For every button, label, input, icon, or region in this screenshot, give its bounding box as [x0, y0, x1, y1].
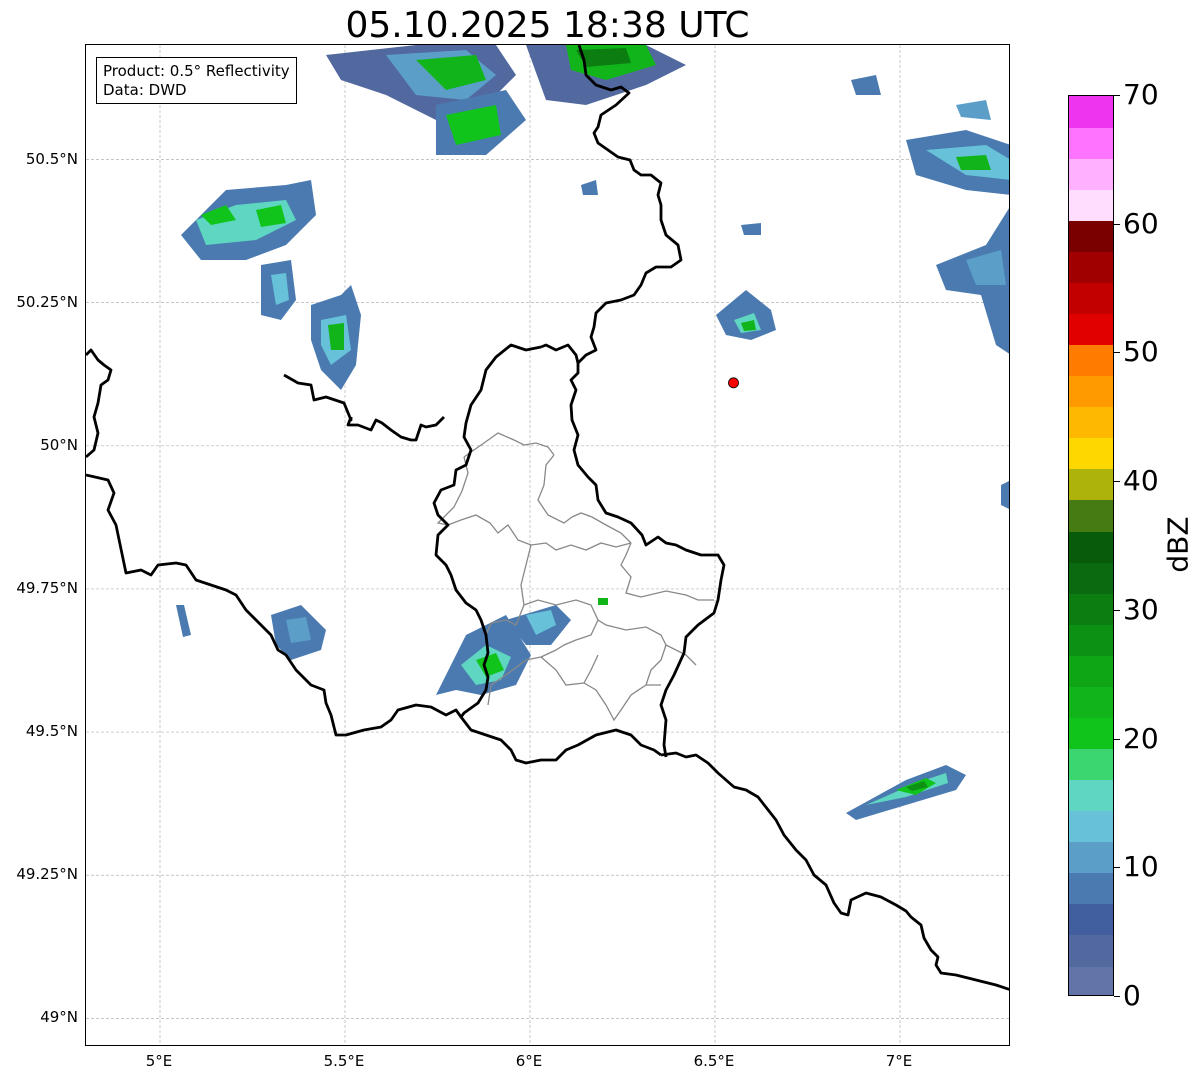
colorbar-segment — [1069, 406, 1113, 439]
colorbar-segment — [1069, 779, 1113, 812]
echo-cluster-southeast — [846, 765, 966, 820]
colorbar-tick — [1114, 996, 1120, 997]
colorbar-tick-label: 10 — [1123, 850, 1159, 884]
colorbar-tick-label: 60 — [1123, 206, 1159, 240]
lon-tick-label: 5.5°E — [323, 1052, 365, 1070]
colorbar-segment — [1069, 562, 1113, 594]
radar-station-marker — [728, 377, 739, 389]
colorbar-segment — [1069, 624, 1113, 656]
product-info-box: Product: 0.5° Reflectivity Data: DWD — [96, 57, 297, 104]
colorbar-tick — [1114, 481, 1120, 483]
echo-cluster-southwest — [176, 598, 608, 695]
radar-echoes — [176, 45, 1009, 820]
colorbar-tick — [1114, 352, 1120, 354]
colorbar-segment — [1069, 499, 1113, 532]
lat-tick-label: 49°N — [40, 1008, 78, 1027]
product-label: Product: 0.5° Reflectivity — [103, 62, 290, 80]
colorbar-segment — [1069, 375, 1113, 408]
colorbar-tick — [1114, 223, 1120, 225]
lon-tick-label: 6.5°E — [693, 1052, 735, 1070]
radar-map-canvas — [86, 45, 1009, 1045]
colorbar-tick-label: 40 — [1123, 464, 1159, 498]
echo-cluster-north — [326, 45, 686, 155]
data-source-label: Data: DWD — [103, 81, 187, 99]
echo-cluster-east — [581, 75, 1009, 509]
colorbar-segment — [1069, 158, 1113, 190]
colorbar — [1068, 95, 1114, 996]
colorbar-tick-label: 70 — [1123, 78, 1159, 111]
colorbar-tick — [1114, 609, 1120, 611]
lat-tick-label: 50°N — [40, 435, 78, 454]
colorbar-tick-label: 30 — [1123, 592, 1159, 626]
colorbar-segment — [1069, 965, 1113, 995]
echo-cluster-center-north — [716, 223, 776, 340]
colorbar-tick-label: 50 — [1123, 335, 1159, 369]
colorbar-segment — [1069, 437, 1113, 470]
colorbar-segment — [1069, 810, 1113, 843]
lat-tick-label: 50.5°N — [25, 149, 78, 168]
colorbar-tick — [1114, 867, 1120, 869]
colorbar-label: dBZ — [1161, 516, 1195, 573]
lon-tick-label: 6°E — [515, 1052, 543, 1070]
lat-tick-label: 49.75°N — [16, 578, 78, 597]
national-borders — [86, 45, 1009, 991]
echo-cluster-northwest — [181, 180, 361, 390]
lat-tick-label: 50.25°N — [16, 292, 78, 311]
colorbar-segment — [1069, 468, 1113, 501]
colorbar-tick-label: 20 — [1123, 721, 1159, 755]
radar-map[interactable] — [85, 44, 1010, 1046]
colorbar-segment — [1069, 127, 1113, 159]
colorbar-tick — [1114, 95, 1120, 96]
colorbar-tick — [1114, 738, 1120, 740]
colorbar-segment — [1069, 313, 1113, 346]
colorbar-segment — [1069, 96, 1113, 128]
lat-tick-label: 49.25°N — [16, 865, 78, 884]
colorbar-segment — [1069, 748, 1113, 781]
colorbar-segment — [1069, 593, 1113, 625]
colorbar-segment — [1069, 530, 1113, 563]
colorbar-segment — [1069, 872, 1113, 905]
colorbar-segment — [1069, 282, 1113, 315]
colorbar-segment — [1069, 934, 1113, 967]
map-title: 05.10.2025 18:38 UTC — [345, 5, 750, 46]
colorbar-segment — [1069, 189, 1113, 221]
colorbar-segment — [1069, 717, 1113, 750]
colorbar-segment — [1069, 655, 1113, 687]
lon-tick-label: 7°E — [885, 1052, 913, 1070]
colorbar-segment — [1069, 251, 1113, 283]
colorbar-segment — [1069, 220, 1113, 252]
lat-tick-label: 49.5°N — [25, 722, 78, 741]
colorbar-segment — [1069, 841, 1113, 874]
lon-tick-label: 5°E — [145, 1052, 173, 1070]
colorbar-segment — [1069, 903, 1113, 936]
colorbar-tick-label: 0 — [1123, 979, 1141, 1012]
colorbar-segment — [1069, 344, 1113, 377]
colorbar-segment — [1069, 686, 1113, 718]
